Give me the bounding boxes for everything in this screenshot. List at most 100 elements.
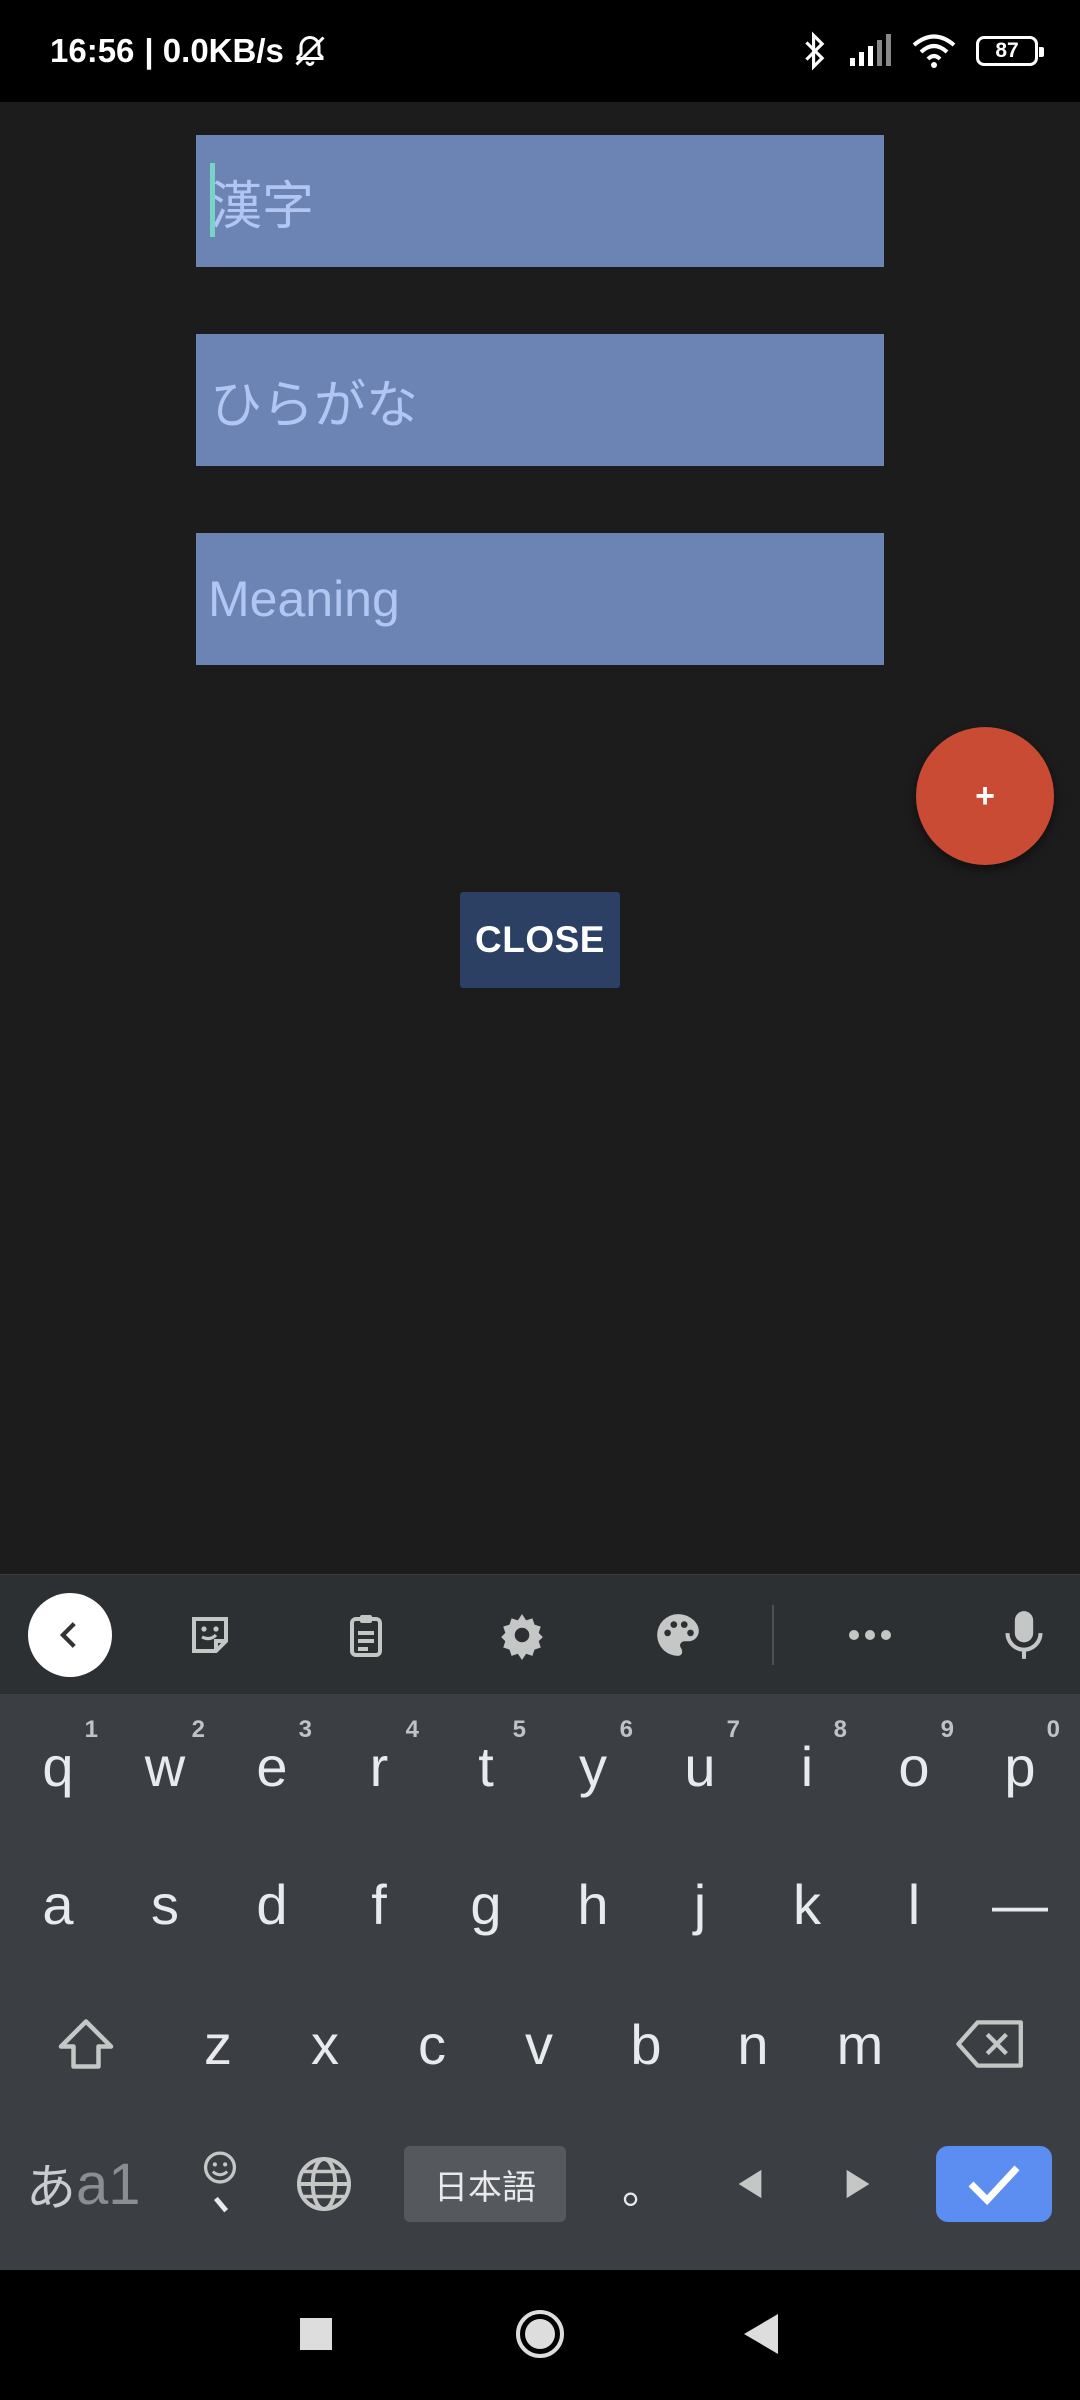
- key-hint: 5: [512, 1716, 526, 1743]
- chevron-left-icon: [59, 1622, 76, 1648]
- key-e[interactable]: e3: [222, 1706, 322, 1826]
- key-k[interactable]: k: [757, 1844, 857, 1964]
- key-label: z: [204, 2012, 232, 2076]
- key-label: c: [418, 2012, 446, 2076]
- key-hint: 2: [191, 1716, 205, 1743]
- microphone-icon: [1005, 1611, 1043, 1659]
- key-r[interactable]: r4: [329, 1706, 429, 1826]
- key-label: q: [42, 1734, 74, 1798]
- key-j[interactable]: j: [650, 1844, 750, 1964]
- clipboard-icon: [350, 1615, 382, 1657]
- meaning-field[interactable]: Meaning: [196, 533, 884, 665]
- recents-square-icon[interactable]: [298, 2316, 334, 2352]
- key-label: g: [470, 1872, 502, 1936]
- language-switch-key[interactable]: [274, 2128, 374, 2240]
- voice-input-button[interactable]: [984, 1575, 1064, 1695]
- more-button[interactable]: [830, 1575, 910, 1695]
- key-d[interactable]: d: [222, 1844, 322, 1964]
- collapse-toolbar-button[interactable]: [28, 1593, 112, 1677]
- key-dash[interactable]: —: [970, 1844, 1070, 1964]
- key-label: n: [737, 2012, 769, 2076]
- key-h[interactable]: h: [543, 1844, 643, 1964]
- key-label: h: [577, 1872, 609, 1936]
- shift-key[interactable]: [34, 1984, 138, 2104]
- battery-level: 87: [995, 39, 1019, 62]
- key-hint: 0: [1046, 1716, 1060, 1743]
- bluetooth-icon: [805, 31, 825, 71]
- key-f[interactable]: f: [329, 1844, 429, 1964]
- key-a[interactable]: a: [8, 1844, 108, 1964]
- key-u[interactable]: u7: [650, 1706, 750, 1826]
- shift-arrow-icon: [58, 2019, 114, 2069]
- key-q[interactable]: q1: [8, 1706, 108, 1826]
- screen: 16:56 | 0.0KB/s 87 漢字 ひらがな Meaning + CLO…: [0, 0, 1080, 2400]
- key-o[interactable]: o9: [864, 1706, 964, 1826]
- key-z[interactable]: z: [168, 1984, 268, 2104]
- key-hint: 4: [405, 1716, 419, 1743]
- checkmark-icon: [968, 2165, 1020, 2206]
- key-n[interactable]: n: [703, 1984, 803, 2104]
- close-button-label: CLOSE: [475, 919, 605, 960]
- gear-icon: [501, 1614, 543, 1660]
- key-g[interactable]: g: [436, 1844, 536, 1964]
- key-label: x: [311, 2012, 339, 2076]
- key-label: j: [693, 1872, 707, 1936]
- status-bar: 16:56 | 0.0KB/s 87: [0, 0, 1080, 102]
- key-label: a: [42, 1872, 74, 1936]
- triangle-left-icon: [738, 2169, 762, 2199]
- key-label: k: [793, 1872, 821, 1936]
- key-label: f: [371, 1872, 387, 1936]
- key-i[interactable]: i8: [757, 1706, 857, 1826]
- sticker-button[interactable]: [170, 1575, 250, 1695]
- theme-button[interactable]: [638, 1575, 718, 1695]
- home-circle-icon[interactable]: [514, 2308, 566, 2360]
- kana-mode-label: あ: [26, 2160, 76, 2216]
- mute-bell-icon: [295, 35, 325, 66]
- cursor-right-key[interactable]: [808, 2128, 908, 2240]
- signal-icon: [850, 34, 891, 66]
- input-mode-key[interactable]: あ a1: [26, 2138, 156, 2230]
- key-v[interactable]: v: [489, 1984, 589, 2104]
- enter-key[interactable]: [936, 2146, 1052, 2222]
- kanji-field[interactable]: 漢字: [196, 135, 884, 267]
- settings-button[interactable]: [482, 1575, 562, 1695]
- backspace-key[interactable]: [940, 1984, 1044, 2104]
- back-triangle-icon[interactable]: [742, 2312, 780, 2356]
- key-label: m: [836, 2012, 884, 2076]
- key-label: —: [992, 1872, 1048, 1936]
- toolbar-divider: [772, 1605, 774, 1665]
- palette-icon: [657, 1614, 699, 1656]
- alpha-mode-label: a1: [76, 2151, 141, 2217]
- key-hint: 1: [84, 1716, 98, 1743]
- key-x[interactable]: x: [275, 1984, 375, 2104]
- space-key[interactable]: 日本語: [404, 2146, 566, 2222]
- clipboard-button[interactable]: [326, 1575, 406, 1695]
- key-t[interactable]: t5: [436, 1706, 536, 1826]
- cursor-left-key[interactable]: [700, 2128, 800, 2240]
- wifi-icon: [912, 34, 956, 68]
- hiragana-field[interactable]: ひらがな: [196, 334, 884, 466]
- key-hint: 7: [726, 1716, 740, 1743]
- key-label: b: [630, 2012, 662, 2076]
- meaning-placeholder: Meaning: [208, 571, 400, 627]
- key-label: l: [907, 1872, 921, 1936]
- key-c[interactable]: c: [382, 1984, 482, 2104]
- key-s[interactable]: s: [115, 1844, 215, 1964]
- emoji-key[interactable]: [170, 2128, 270, 2240]
- key-p[interactable]: p0: [970, 1706, 1070, 1826]
- add-fab-button[interactable]: +: [916, 727, 1054, 865]
- key-hint: 3: [298, 1716, 312, 1743]
- key-hint: 6: [619, 1716, 633, 1743]
- key-w[interactable]: w2: [115, 1706, 215, 1826]
- status-left: 16:56 | 0.0KB/s: [50, 0, 328, 102]
- triangle-right-icon: [846, 2169, 870, 2199]
- key-l[interactable]: l: [864, 1844, 964, 1964]
- close-button[interactable]: CLOSE: [460, 892, 620, 988]
- key-y[interactable]: y6: [543, 1706, 643, 1826]
- period-key-label: 。: [622, 2164, 666, 2213]
- key-m[interactable]: m: [810, 1984, 910, 2104]
- battery-icon: 87: [976, 36, 1044, 66]
- period-key[interactable]: 。: [594, 2128, 694, 2240]
- key-b[interactable]: b: [596, 1984, 696, 2104]
- key-label: e: [256, 1734, 288, 1798]
